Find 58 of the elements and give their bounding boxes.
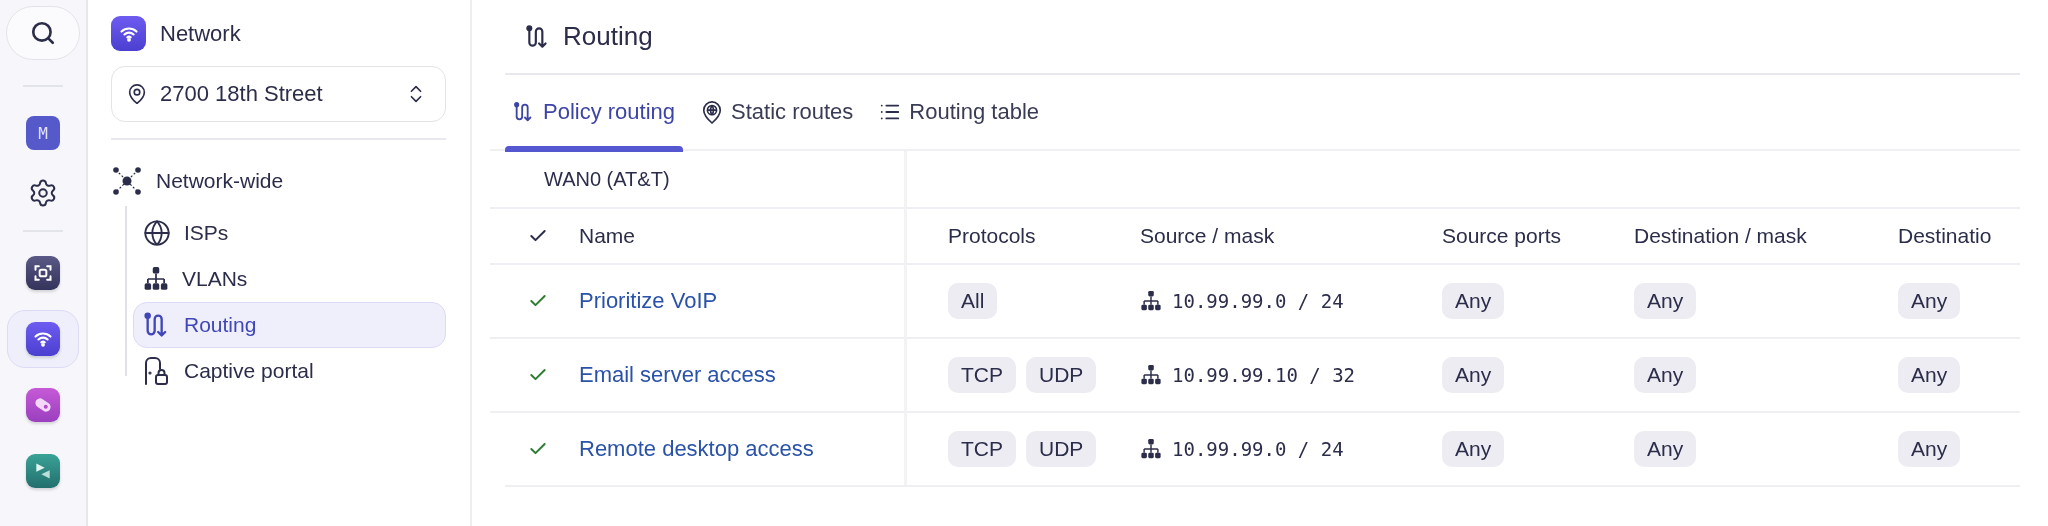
rule-name-link[interactable]: Email server access (579, 362, 776, 388)
group-heading: WAN0 (AT&T) (490, 151, 907, 207)
source-address: 10.99.99.0 / 24 (1172, 290, 1344, 312)
hierarchy-icon (143, 266, 169, 292)
column-header: Protocols (948, 224, 1036, 248)
location-select[interactable]: 2700 18th Street (111, 66, 446, 122)
tree-item[interactable]: Network-wide (111, 158, 446, 204)
search-icon (30, 20, 56, 46)
rule-name-link[interactable]: Prioritize VoIP (579, 288, 718, 314)
wifi-app-icon (111, 16, 146, 51)
protocol-tag: UDP (1026, 431, 1097, 467)
any-tag: Any (1634, 431, 1697, 467)
tree-item[interactable]: Captive portal (133, 348, 446, 394)
any-tag: Any (1898, 283, 1961, 319)
settings-button[interactable] (28, 178, 58, 208)
subnet-icon (1140, 438, 1162, 460)
tree-item[interactable]: ISPs (133, 210, 446, 256)
column-header: Source ports (1442, 224, 1562, 248)
search-button[interactable] (6, 6, 80, 60)
wifi-app-icon (26, 322, 60, 356)
map-pin-icon (701, 100, 724, 124)
protocol-tag: All (948, 283, 998, 319)
any-tag: Any (1442, 357, 1505, 393)
tab[interactable]: Policy routing (505, 99, 684, 149)
column-header: Name (579, 224, 636, 248)
sidebar-title: Network (160, 20, 241, 47)
column-header: Destinatio (1898, 224, 1992, 248)
globe-icon (143, 219, 171, 247)
any-tag: Any (1634, 357, 1697, 393)
protocol-tag: TCP (948, 431, 1016, 467)
map-pin-icon (126, 83, 148, 105)
tree-item[interactable]: VLANs (133, 256, 446, 302)
subnet-icon (1140, 364, 1162, 386)
any-tag: Any (1898, 357, 1961, 393)
any-tag: Any (1634, 283, 1697, 319)
settings-icon (28, 178, 58, 208)
tab[interactable]: Static routes (693, 99, 862, 149)
tag-app-icon (26, 388, 60, 422)
any-tag: Any (1442, 431, 1505, 467)
protocol-tag: UDP (1026, 357, 1097, 393)
rule-name-link[interactable]: Remote desktop access (579, 436, 814, 462)
arrows-app-icon (26, 454, 60, 488)
app-switcher-item[interactable] (7, 310, 79, 368)
column-header: Destination / mask (1634, 224, 1807, 248)
tree-item[interactable]: Routing (133, 302, 446, 348)
any-tag: Any (1442, 283, 1505, 319)
scan-app-icon (26, 256, 60, 290)
subnet-icon (1140, 290, 1162, 312)
network-nodes-icon (112, 166, 142, 196)
source-address: 10.99.99.0 / 24 (1172, 438, 1344, 460)
door-lock-icon (143, 356, 171, 386)
column-header: Source / mask (1140, 224, 1275, 248)
source-address: 10.99.99.10 / 32 (1172, 364, 1356, 386)
any-tag: Any (1898, 431, 1961, 467)
protocol-tag: TCP (948, 357, 1016, 393)
page-title: Routing (563, 21, 653, 52)
tab[interactable]: Routing table (871, 99, 1047, 149)
user-avatar[interactable]: M (26, 116, 60, 150)
